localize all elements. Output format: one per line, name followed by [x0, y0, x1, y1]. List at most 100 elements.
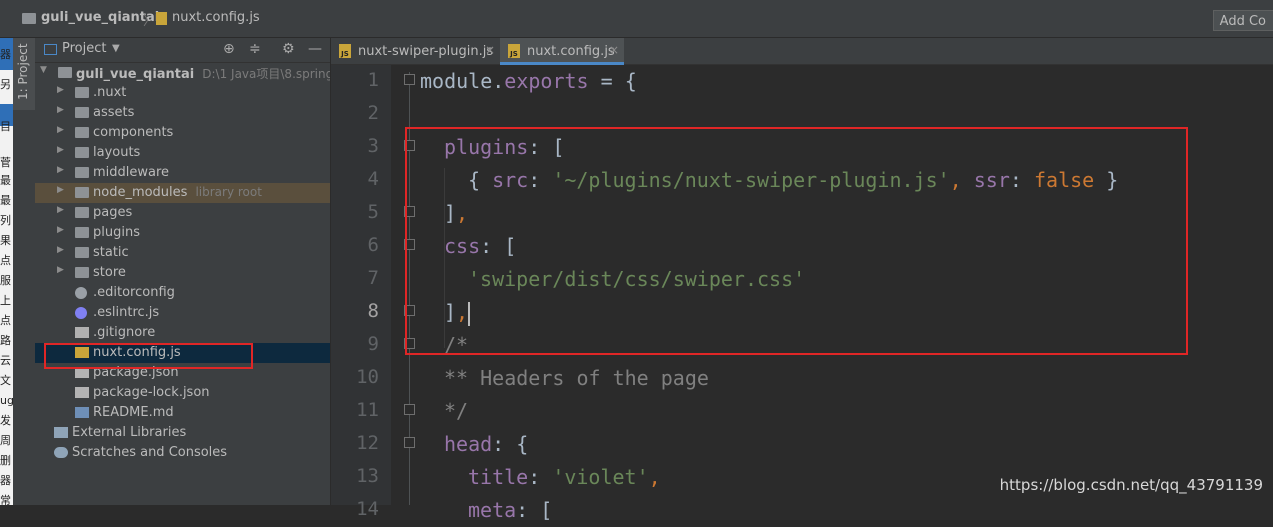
breadcrumb-separator: 〉 [143, 14, 157, 29]
desktop-text-fragment: 文 [0, 374, 11, 387]
gear-icon [75, 287, 87, 299]
desktop-text-fragment: 器 [0, 48, 11, 61]
folder-icon [75, 107, 89, 118]
tree-item-pages[interactable]: ▶ pages [35, 203, 330, 223]
code-line-10: ** Headers of the page [444, 366, 709, 390]
project-view-title[interactable]: Project [62, 41, 106, 56]
close-icon[interactable]: × [609, 43, 619, 57]
tab-nuxt-config[interactable]: JS nuxt.config.js × [500, 38, 624, 65]
line-number: 13 [356, 465, 379, 487]
chevron-right-icon[interactable]: ▶ [57, 185, 64, 195]
tab-label: nuxt.config.js [527, 44, 615, 59]
fold-marker[interactable] [404, 437, 415, 448]
desktop-text-fragment: 上 [0, 294, 11, 307]
tree-item-readme-md[interactable]: README.md [35, 403, 330, 423]
line-number: 1 [367, 69, 379, 91]
caret-down-icon[interactable]: ▼ [112, 43, 120, 54]
locate-file-icon[interactable]: ⊕ [223, 41, 235, 57]
add-configuration-button[interactable]: Add Co [1212, 10, 1273, 31]
chevron-right-icon[interactable]: ▶ [57, 145, 64, 155]
tree-item-guli-vue-qiantai[interactable]: ▼ guli_vue_qiantai D:\1 Java项目\8.springboo [35, 63, 330, 83]
desktop-text-fragment: 最 [0, 174, 11, 187]
folder-icon [75, 87, 89, 98]
tree-item-node-modules[interactable]: ▶ node_modules library root [35, 183, 330, 203]
breadcrumb-file[interactable]: nuxt.config.js [172, 10, 260, 25]
tree-item-label: components [93, 125, 174, 140]
watermark: https://blog.csdn.net/qq_43791139 [999, 476, 1263, 494]
tab-label: nuxt-swiper-plugin.js [358, 44, 494, 59]
eslint-icon [75, 307, 87, 319]
minimize-icon[interactable]: — [308, 41, 322, 57]
tab-nuxt-swiper-plugin[interactable]: JS nuxt-swiper-plugin.js × [331, 38, 499, 65]
code-line-13: title: 'violet', [468, 465, 661, 489]
project-tool-label: 1: Project [16, 43, 30, 100]
tree-item-label: assets [93, 105, 135, 120]
tree-item-label: .eslintrc.js [93, 305, 160, 320]
tree-item-external-libraries[interactable]: External Libraries [35, 423, 330, 443]
tree-item-label: middleware [93, 165, 170, 180]
tree-item-gitignore[interactable]: .gitignore [35, 323, 330, 343]
close-icon[interactable]: × [485, 43, 495, 57]
tree-item-label: README.md [93, 405, 174, 420]
js-file-icon: JS [339, 44, 351, 58]
tree-item-package-lock-json[interactable]: package-lock.json [35, 383, 330, 403]
tree-item-label: pages [93, 205, 133, 220]
line-number: 5 [367, 201, 379, 223]
tree-item-hint: D:\1 Java项目\8.springboo [202, 67, 330, 81]
folder-icon [75, 187, 89, 198]
folder-icon [22, 13, 36, 24]
desktop-text-fragment: 器 [0, 474, 11, 487]
tree-item-nuxt[interactable]: ▶ .nuxt [35, 83, 330, 103]
chevron-right-icon[interactable]: ▶ [57, 165, 64, 175]
tree-item-editorconfig[interactable]: .editorconfig [35, 283, 330, 303]
desktop-text-fragment: 发 [0, 414, 11, 427]
project-tool-tab[interactable]: 1: Project [13, 38, 35, 110]
tree-item-plugins[interactable]: ▶ plugins [35, 223, 330, 243]
js-file-icon [156, 12, 167, 25]
chevron-right-icon[interactable]: ▶ [57, 105, 64, 115]
desktop-text-fragment: 云 [0, 354, 11, 367]
chevron-right-icon[interactable]: ▶ [57, 265, 64, 275]
chevron-right-icon[interactable]: ▶ [57, 245, 64, 255]
desktop-text-fragment: 另 [0, 78, 11, 91]
chevron-down-icon[interactable]: ▼ [40, 65, 47, 75]
tree-item-components[interactable]: ▶ components [35, 123, 330, 143]
tree-item-static[interactable]: ▶ static [35, 243, 330, 263]
code-line-14: meta: [ [468, 498, 553, 522]
project-panel-header: Project ▼ ⊕ ≑ ⚙ — [35, 38, 330, 63]
markdown-file-icon [75, 407, 89, 418]
tree-item-scratches-and-consoles[interactable]: Scratches and Consoles [35, 443, 330, 463]
breadcrumb-project[interactable]: guli_vue_qiantai [41, 10, 159, 25]
folder-icon [75, 267, 89, 278]
tree-item-label: .editorconfig [93, 285, 175, 300]
tree-item-eslintrc-js[interactable]: .eslintrc.js [35, 303, 330, 323]
highlight-box-plugins-css [405, 127, 1188, 355]
line-number: 6 [367, 234, 379, 256]
tree-item-label: guli_vue_qiantai [76, 67, 195, 82]
tree-item-layouts[interactable]: ▶ layouts [35, 143, 330, 163]
chevron-right-icon[interactable]: ▶ [57, 85, 64, 95]
desktop-text-fragment: 点 [0, 314, 11, 327]
folder-icon [75, 227, 89, 238]
highlight-box-nuxt-config [44, 343, 253, 369]
project-panel: Project ▼ ⊕ ≑ ⚙ — ▼ guli_vue_qiantai D:\1 … [35, 38, 330, 505]
tree-item-middleware[interactable]: ▶ middleware [35, 163, 330, 183]
tree-item-label: plugins [93, 225, 140, 240]
project-view-icon [44, 44, 57, 55]
gear-icon[interactable]: ⚙ [282, 41, 295, 57]
tree-item-assets[interactable]: ▶ assets [35, 103, 330, 123]
tree-item-label: node_modules [93, 185, 188, 200]
chevron-right-icon[interactable]: ▶ [57, 205, 64, 215]
folder-icon [75, 127, 89, 138]
chevron-right-icon[interactable]: ▶ [57, 225, 64, 235]
line-number: 8 [367, 300, 379, 322]
tree-item-store[interactable]: ▶ store [35, 263, 330, 283]
collapse-all-icon[interactable]: ≑ [249, 41, 261, 57]
fold-marker[interactable] [404, 404, 415, 415]
folder-icon [75, 147, 89, 158]
desktop-text-fragment: 删 [0, 454, 11, 467]
chevron-right-icon[interactable]: ▶ [57, 125, 64, 135]
folder-icon [58, 67, 72, 78]
fold-marker[interactable] [404, 74, 415, 85]
line-number: 3 [367, 135, 379, 157]
